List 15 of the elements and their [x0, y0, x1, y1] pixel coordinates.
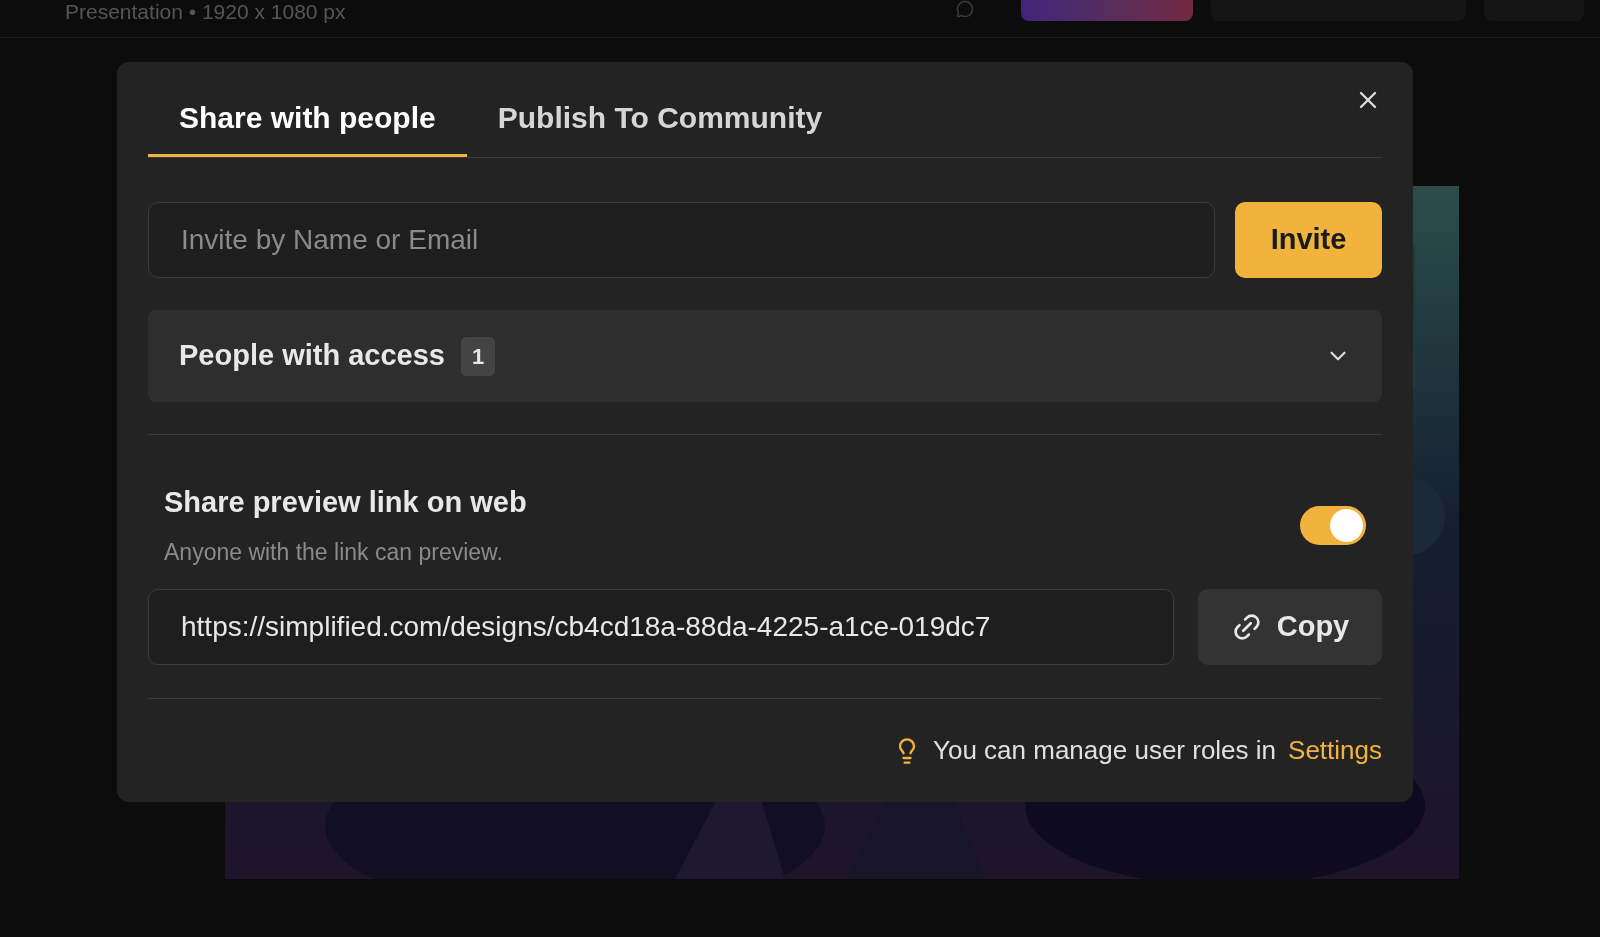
document-title: Presentation • 1920 x 1080 px — [65, 0, 346, 25]
gradient-button[interactable] — [1021, 0, 1193, 21]
settings-link[interactable]: Settings — [1288, 731, 1382, 770]
count-badge: 1 — [460, 336, 496, 376]
copy-button[interactable]: Copy — [1198, 589, 1382, 665]
tab[interactable]: Publish To Community — [466, 61, 854, 157]
footer-text: You can manage user roles in — [933, 734, 1277, 767]
link-field[interactable]: https://simplified.com/designs/cb4cd18a-88da-4225-a1ce-019dc7 — [148, 589, 1174, 665]
preview-subtitle: Anyone with the link can preview. — [164, 537, 504, 567]
access-panel[interactable]: People with access 1 — [148, 310, 1382, 402]
invite-field[interactable]: Invite by Name or Email — [148, 202, 1215, 278]
tab[interactable]: Share with people — [148, 61, 467, 157]
invite-button[interactable]: Invite — [1235, 202, 1382, 278]
preview-title: Share preview link on web — [164, 485, 527, 520]
preview-toggle[interactable] — [1300, 505, 1366, 545]
